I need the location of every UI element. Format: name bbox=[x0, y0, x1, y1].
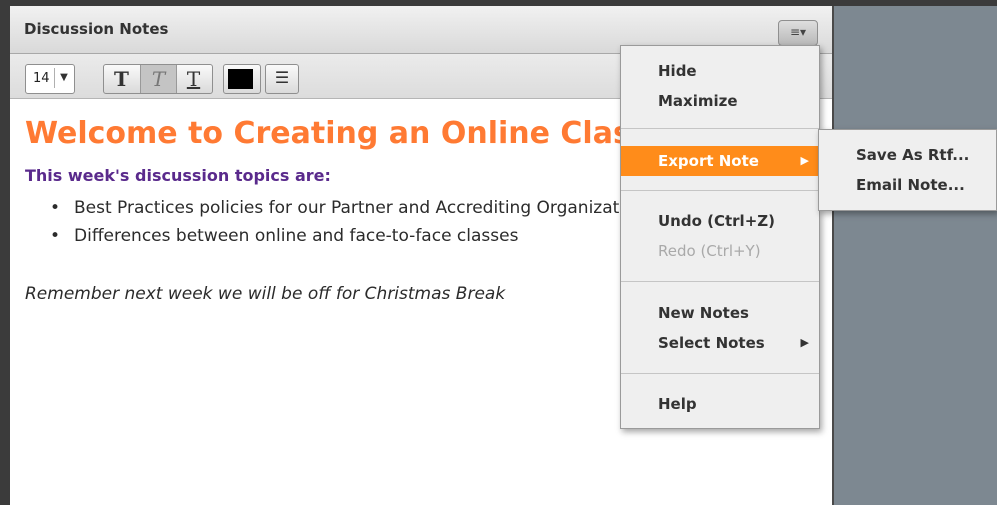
stage-background bbox=[834, 6, 997, 505]
menu-separator bbox=[621, 281, 819, 282]
menu-item-label: Select Notes bbox=[658, 334, 765, 352]
list-item: Best Practices policies for our Partner … bbox=[50, 194, 654, 222]
italic-button[interactable]: T bbox=[140, 65, 177, 93]
menu-item-help[interactable]: Help bbox=[621, 389, 819, 419]
pod-options-menu: Hide Maximize Export Note ▶ Undo (Ctrl+Z… bbox=[620, 45, 820, 429]
menu-item-select-notes[interactable]: Select Notes ▶ bbox=[621, 328, 819, 358]
menu-item-email-note[interactable]: Email Note... bbox=[819, 170, 996, 200]
menu-item-new-notes[interactable]: New Notes bbox=[621, 298, 819, 328]
menu-separator bbox=[621, 373, 819, 374]
bullet-list-button[interactable]: ☰ bbox=[265, 64, 299, 94]
menu-item-export-note[interactable]: Export Note ▶ bbox=[621, 146, 819, 176]
bold-button[interactable]: T bbox=[104, 65, 139, 93]
font-size-value: 14 bbox=[33, 71, 50, 86]
list-icon: ☰ bbox=[274, 68, 290, 87]
submenu-arrow-icon: ▶ bbox=[800, 336, 809, 349]
menu-item-redo: Redo (Ctrl+Y) bbox=[658, 242, 761, 260]
chevron-down-icon[interactable]: ▼ bbox=[54, 68, 73, 88]
pod-options-menu-button[interactable]: ≡▾ bbox=[778, 20, 818, 46]
menu-item-undo[interactable]: Undo (Ctrl+Z) bbox=[621, 206, 819, 236]
topic-list: Best Practices policies for our Partner … bbox=[50, 194, 654, 250]
underline-button[interactable]: T bbox=[176, 65, 211, 93]
menu-separator bbox=[621, 190, 819, 191]
list-item: Differences between online and face-to-f… bbox=[50, 222, 654, 250]
text-color-button[interactable] bbox=[223, 64, 261, 94]
window-frame-left bbox=[0, 0, 10, 505]
pod-title: Discussion Notes bbox=[24, 20, 169, 38]
note-heading: Welcome to Creating an Online Class bbox=[25, 116, 649, 151]
export-note-submenu: Save As Rtf... Email Note... bbox=[818, 129, 997, 211]
note-subheading: This week's discussion topics are: bbox=[25, 166, 331, 185]
color-swatch bbox=[228, 69, 253, 89]
submenu-arrow-icon: ▶ bbox=[800, 154, 809, 167]
menu-item-label: Export Note bbox=[658, 152, 759, 170]
note-reminder: Remember next week we will be off for Ch… bbox=[25, 284, 506, 304]
menu-item-hide[interactable]: Hide bbox=[621, 56, 819, 86]
menu-separator bbox=[621, 128, 819, 129]
menu-icon: ≡▾ bbox=[789, 25, 807, 39]
menu-item-maximize[interactable]: Maximize bbox=[621, 86, 819, 116]
font-size-dropdown[interactable]: 14 ▼ bbox=[25, 64, 75, 94]
text-style-group: T T T bbox=[103, 64, 213, 94]
menu-item-save-as-rtf[interactable]: Save As Rtf... bbox=[819, 140, 996, 170]
